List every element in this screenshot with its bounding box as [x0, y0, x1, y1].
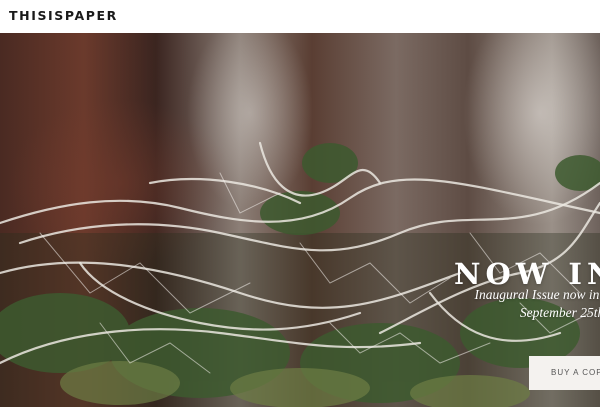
hero-subtitle-line-1: Inaugural Issue now in print. The: [474, 287, 600, 302]
hero-subtitle-line-2: September 25th and ends: [519, 305, 600, 320]
site-logo[interactable]: THISISPAPER: [9, 8, 118, 23]
top-navigation-bar: THISISPAPER: [0, 0, 600, 33]
hero-banner: NOW IN Inaugural Issue now in print. The…: [0, 33, 600, 407]
buy-a-copy-button[interactable]: BUY A COPY: [529, 356, 600, 390]
hero-photo-frosty-cobwebs: [0, 141, 600, 407]
hero-subtitle: Inaugural Issue now in print. The Septem…: [396, 286, 600, 322]
